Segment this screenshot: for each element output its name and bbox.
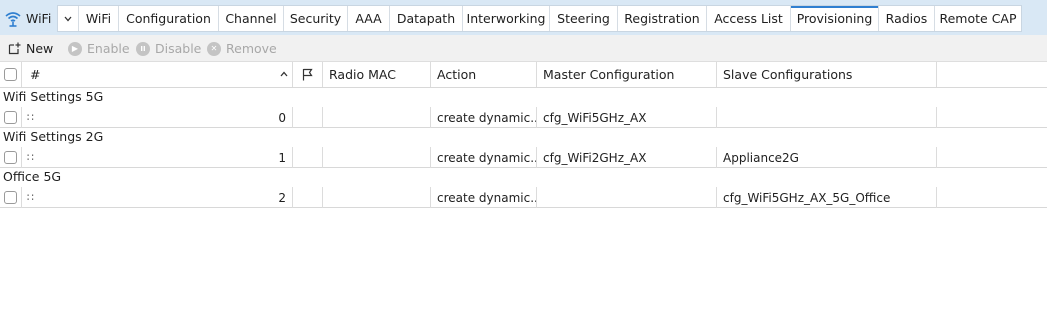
radio-mac-cell xyxy=(323,107,431,128)
chevron-down-icon xyxy=(64,16,72,21)
column-header-action[interactable]: Action xyxy=(431,62,537,87)
flag-icon xyxy=(302,68,313,81)
drag-handle-icon[interactable]: ∷ xyxy=(27,111,34,124)
tab-access-list[interactable]: Access List xyxy=(707,6,791,31)
action-cell: create dynamic... xyxy=(431,147,537,168)
slave-configurations-cell: cfg_WiFi5GHz_AX_5G_Office xyxy=(717,187,937,208)
flag-cell xyxy=(293,147,323,168)
app-menu-button[interactable]: WiFi xyxy=(2,6,56,30)
wifi-icon xyxy=(5,12,21,27)
table-group: Wifi Settings 2G ∷ 1 create dynamic... c… xyxy=(0,128,1047,168)
slave-configurations-cell: Appliance2G xyxy=(717,147,937,168)
row-select-cell xyxy=(0,147,22,168)
enable-button-label: Enable xyxy=(87,41,130,56)
column-header-index[interactable]: # xyxy=(22,62,293,87)
remove-button-label: Remove xyxy=(226,41,277,56)
table-row[interactable]: ∷ 0 create dynamic... cfg_WiFi5GHz_AX xyxy=(0,107,1047,128)
index-cell: ∷ 2 xyxy=(22,187,293,208)
select-all-checkbox[interactable] xyxy=(4,68,17,81)
table-header: # Radio MAC Action Master Configuration … xyxy=(0,62,1047,88)
tab-registration[interactable]: Registration xyxy=(618,6,707,31)
group-title: Office 5G xyxy=(3,169,62,184)
sort-ascending-icon xyxy=(280,71,288,77)
row-index: 2 xyxy=(278,190,286,205)
column-header-index-label: # xyxy=(30,67,41,82)
new-item-icon xyxy=(7,42,21,56)
flag-cell xyxy=(293,107,323,128)
tab-list: WiFi Configuration Channel Security AAA … xyxy=(57,5,1022,32)
row-checkbox[interactable] xyxy=(4,111,17,124)
drag-handle-icon[interactable]: ∷ xyxy=(27,151,34,164)
tab-security[interactable]: Security xyxy=(284,6,348,31)
tab-steering[interactable]: Steering xyxy=(550,6,618,31)
tab-aaa[interactable]: AAA xyxy=(348,6,390,31)
radio-mac-cell xyxy=(323,187,431,208)
row-select-cell xyxy=(0,187,22,208)
tab-remote-cap[interactable]: Remote CAP xyxy=(935,6,1021,31)
tab-datapath[interactable]: Datapath xyxy=(390,6,463,31)
tab-strip: WiFi WiFi Configuration Channel Security… xyxy=(0,0,1047,35)
index-cell: ∷ 0 xyxy=(22,107,293,128)
app-title: WiFi xyxy=(26,10,52,26)
new-button-label: New xyxy=(26,41,54,56)
disable-button[interactable]: II Disable xyxy=(136,35,201,62)
index-cell: ∷ 1 xyxy=(22,147,293,168)
drag-handle-icon[interactable]: ∷ xyxy=(27,191,34,204)
toolbar: New ▶ Enable II Disable ✕ Remove xyxy=(0,35,1047,62)
radio-mac-cell xyxy=(323,147,431,168)
enable-button[interactable]: ▶ Enable xyxy=(68,35,130,62)
new-button[interactable]: New xyxy=(7,35,53,62)
row-checkbox[interactable] xyxy=(4,191,17,204)
tab-provisioning[interactable]: Provisioning xyxy=(791,6,879,31)
close-icon: ✕ xyxy=(207,41,221,56)
row-checkbox[interactable] xyxy=(4,151,17,164)
select-all-cell xyxy=(0,62,22,87)
pause-icon: II xyxy=(136,41,150,56)
tab-channel[interactable]: Channel xyxy=(219,6,284,31)
tab-interworking[interactable]: Interworking xyxy=(463,6,550,31)
column-header-flag[interactable] xyxy=(293,62,323,87)
tabs-dropdown-button[interactable] xyxy=(58,6,79,31)
table-group: Wifi Settings 5G ∷ 0 create dynamic... c… xyxy=(0,88,1047,128)
column-header-radio-mac[interactable]: Radio MAC xyxy=(323,62,431,87)
table-row[interactable]: ∷ 1 create dynamic... cfg_WiFi2GHz_AX Ap… xyxy=(0,147,1047,168)
provisioning-table: # Radio MAC Action Master Configuration … xyxy=(0,62,1047,208)
play-icon: ▶ xyxy=(68,41,82,56)
master-configuration-cell: cfg_WiFi2GHz_AX xyxy=(537,147,717,168)
slave-configurations-cell xyxy=(717,107,937,128)
action-cell: create dynamic... xyxy=(431,107,537,128)
group-title: Wifi Settings 2G xyxy=(3,129,104,144)
master-configuration-cell: cfg_WiFi5GHz_AX xyxy=(537,107,717,128)
disable-button-label: Disable xyxy=(155,41,202,56)
row-index: 1 xyxy=(278,150,286,165)
row-select-cell xyxy=(0,107,22,128)
row-index: 0 xyxy=(278,110,286,125)
master-configuration-cell xyxy=(537,187,717,208)
column-header-master-configuration[interactable]: Master Configuration xyxy=(537,62,717,87)
tab-wifi[interactable]: WiFi xyxy=(79,6,119,31)
action-cell: create dynamic... xyxy=(431,187,537,208)
table-row[interactable]: ∷ 2 create dynamic... cfg_WiFi5GHz_AX_5G… xyxy=(0,187,1047,208)
tab-radios[interactable]: Radios xyxy=(879,6,935,31)
table-group: Office 5G ∷ 2 create dynamic... cfg_WiFi… xyxy=(0,168,1047,208)
group-title: Wifi Settings 5G xyxy=(3,89,104,104)
remove-button[interactable]: ✕ Remove xyxy=(207,35,277,62)
column-header-slave-configurations[interactable]: Slave Configurations xyxy=(717,62,937,87)
flag-cell xyxy=(293,187,323,208)
tab-configuration[interactable]: Configuration xyxy=(119,6,219,31)
